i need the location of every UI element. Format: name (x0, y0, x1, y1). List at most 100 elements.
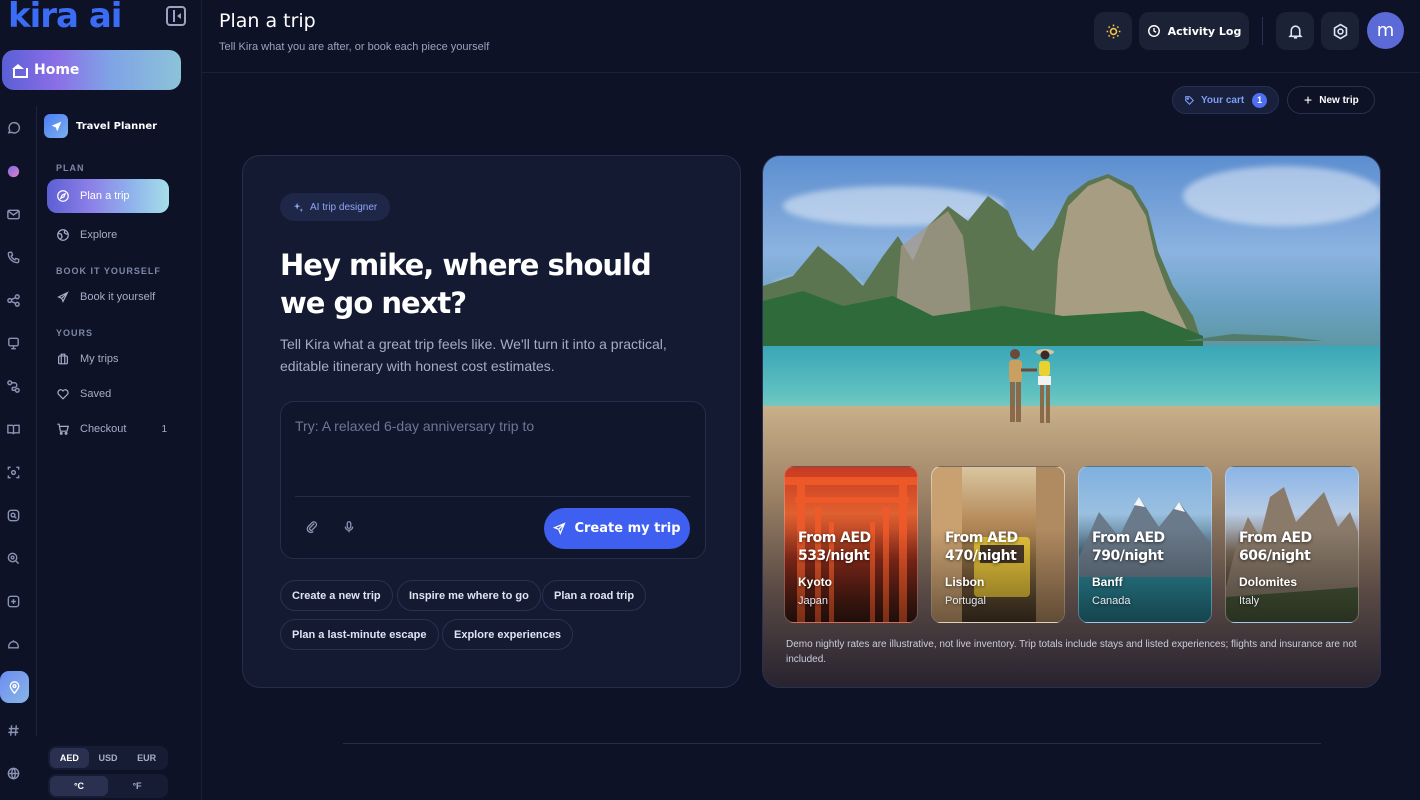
bell-icon (1287, 24, 1303, 39)
home-icon (12, 64, 28, 78)
hero-title: Hey mike, where should we go next? (280, 248, 652, 320)
page-subtitle: Tell Kira what you are after, or book ea… (219, 41, 490, 53)
temp-celsius[interactable]: °C (50, 776, 108, 796)
cart-label: Your cart (1201, 94, 1245, 106)
chat-icon[interactable] (5, 120, 21, 136)
section-yours: YOURS (56, 328, 94, 338)
trip-prompt-box: Create my trip (280, 401, 706, 559)
destination-price: From AED 470/night (945, 530, 1018, 564)
chip-create-new-trip[interactable]: Create a new trip (280, 580, 393, 611)
destination-country: Japan (798, 595, 828, 607)
plus-icon (1304, 96, 1312, 104)
share-icon[interactable] (5, 292, 21, 308)
destination-country: Portugal (945, 595, 986, 607)
cart-count-badge: 1 (1252, 92, 1268, 108)
cloud-icon[interactable] (5, 636, 21, 652)
book-icon[interactable] (5, 421, 21, 437)
sidebar-item-book-it-yourself[interactable]: Book it yourself (47, 280, 169, 314)
destination-card-kyoto[interactable]: From AED 533/night Kyoto Japan (784, 466, 918, 623)
orb-icon[interactable] (5, 163, 21, 179)
paperclip-icon[interactable] (305, 520, 319, 534)
ai-trip-designer-pill: AI trip designer (280, 193, 391, 221)
send-icon (553, 522, 567, 535)
create-label: Create my trip (574, 521, 681, 536)
notifications-button[interactable] (1276, 12, 1314, 50)
page-title: Plan a trip (219, 10, 316, 32)
scan-icon[interactable] (5, 464, 21, 480)
location-icon[interactable] (0, 671, 29, 703)
collapse-sidebar-icon[interactable] (166, 6, 186, 26)
sidebar-item-my-trips[interactable]: My trips (47, 342, 169, 376)
content-divider (343, 743, 1321, 744)
theme-toggle-button[interactable] (1094, 12, 1132, 50)
chip-last-minute-escape[interactable]: Plan a last-minute escape (280, 619, 439, 650)
brand-logo: kira ai (8, 0, 122, 36)
destination-card-banff[interactable]: From AED 790/night Banff Canada (1078, 466, 1212, 623)
route-icon[interactable] (5, 378, 21, 394)
temperature-toggle: °C °F (48, 774, 168, 798)
couple-illustration (1009, 349, 1054, 423)
clock-icon (1147, 25, 1160, 37)
destination-city: Lisbon (945, 575, 985, 589)
search-box-icon[interactable] (5, 507, 21, 523)
create-my-trip-button[interactable]: Create my trip (544, 508, 690, 549)
destination-card-dolomites[interactable]: From AED 606/night Dolomites Italy (1225, 466, 1359, 623)
app-rail (0, 100, 29, 800)
rates-disclaimer: Demo nightly rates are illustrative, not… (786, 639, 1357, 665)
mail-icon[interactable] (5, 206, 21, 222)
hashtag-icon[interactable] (5, 722, 21, 738)
preferences-toggles: AED USD EUR °C °F (48, 746, 168, 800)
your-cart-button[interactable]: Your cart 1 (1172, 86, 1279, 114)
rail-divider (36, 106, 37, 736)
cart-icon (56, 422, 70, 436)
globe-rail-icon[interactable] (5, 765, 21, 781)
destination-card-lisbon[interactable]: From AED 470/night Lisbon Portugal (931, 466, 1065, 623)
chip-road-trip[interactable]: Plan a road trip (542, 580, 647, 611)
hero-description: Tell Kira what a great trip feels like. … (280, 336, 667, 374)
destination-city: Dolomites (1239, 575, 1298, 589)
globe-icon (56, 228, 70, 242)
planner-card: AI trip designer Hey mike, where should … (242, 155, 741, 688)
sidebar-item-explore[interactable]: Explore (47, 218, 169, 252)
destination-city: Kyoto (798, 575, 832, 589)
planner-title: Travel Planner (76, 120, 158, 132)
activity-log-button[interactable]: Activity Log (1139, 12, 1249, 50)
temp-fahrenheit[interactable]: °F (108, 776, 166, 796)
monitor-icon[interactable] (5, 335, 21, 351)
medical-icon[interactable] (5, 593, 21, 609)
header-separator (1262, 17, 1263, 45)
chip-explore-experiences[interactable]: Explore experiences (442, 619, 574, 650)
activity-log-label: Activity Log (1167, 24, 1242, 38)
limestone-cliffs-illustration (763, 174, 1323, 346)
prompt-divider (295, 496, 690, 497)
sparkle-icon (293, 202, 303, 212)
sidebar-item-plan-a-trip[interactable]: Plan a trip (47, 179, 169, 213)
sidebar-item-label: Explore (80, 229, 118, 241)
destination-country: Canada (1092, 595, 1131, 607)
section-plan: PLAN (56, 163, 85, 173)
sidebar-item-label: My trips (80, 353, 119, 365)
travel-sidebar: Travel Planner PLAN Plan a trip Explore … (38, 106, 200, 800)
sidebar-divider (201, 0, 202, 800)
chip-inspire-me[interactable]: Inspire me where to go (397, 580, 541, 611)
section-book: BOOK IT YOURSELF (56, 266, 161, 276)
microphone-icon[interactable] (342, 520, 356, 534)
destination-price: From AED 790/night (1092, 530, 1165, 564)
lookup-icon[interactable] (5, 550, 21, 566)
currency-eur[interactable]: EUR (127, 748, 166, 768)
header-divider (202, 72, 1420, 73)
currency-aed[interactable]: AED (50, 748, 89, 768)
currency-usd[interactable]: USD (89, 748, 128, 768)
home-button[interactable]: Home (2, 50, 181, 90)
settings-button[interactable] (1321, 12, 1359, 50)
trip-prompt-input[interactable] (295, 418, 685, 488)
new-trip-label: New trip (1319, 94, 1359, 106)
new-trip-button[interactable]: New trip (1287, 86, 1375, 114)
phone-icon[interactable] (5, 249, 21, 265)
avatar[interactable]: m (1367, 12, 1404, 49)
destination-country: Italy (1239, 595, 1260, 607)
sidebar-item-saved[interactable]: Saved (47, 377, 169, 411)
destination-price: From AED 606/night (1239, 530, 1312, 564)
sidebar-item-checkout[interactable]: Checkout 1 (47, 412, 169, 446)
checkout-count: 1 (161, 423, 167, 435)
